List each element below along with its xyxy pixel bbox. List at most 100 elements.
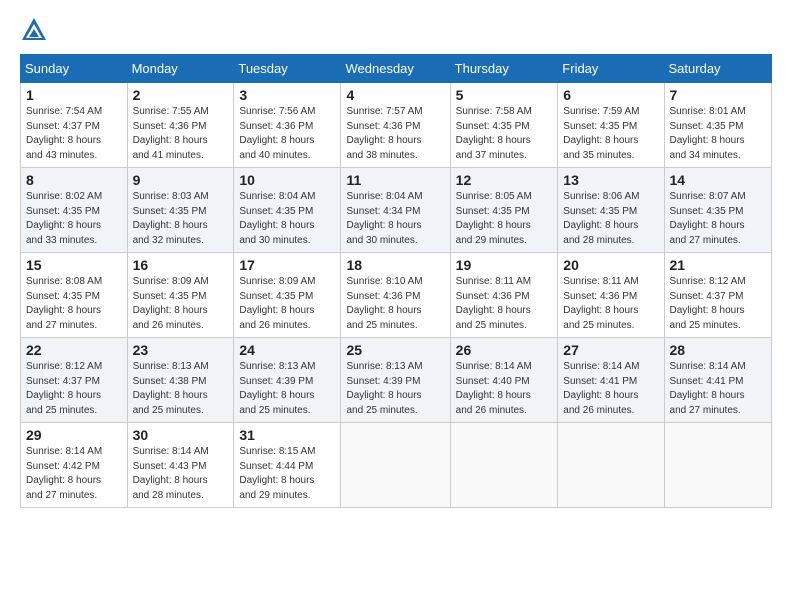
- day-number: 16: [133, 257, 229, 273]
- day-number: 28: [670, 342, 766, 358]
- day-number: 11: [346, 172, 444, 188]
- calendar-table: SundayMondayTuesdayWednesdayThursdayFrid…: [20, 54, 772, 508]
- day-info: Sunrise: 8:12 AMSunset: 4:37 PMDaylight:…: [26, 360, 122, 418]
- day-info: Sunrise: 8:10 AMSunset: 4:36 PMDaylight:…: [346, 275, 444, 333]
- day-number: 1: [26, 87, 122, 103]
- calendar-cell: 6 Sunrise: 7:59 AMSunset: 4:35 PMDaylight…: [558, 83, 664, 168]
- day-info: Sunrise: 8:08 AMSunset: 4:35 PMDaylight:…: [26, 275, 122, 333]
- calendar-cell: 22 Sunrise: 8:12 AMSunset: 4:37 PMDayligh…: [21, 338, 128, 423]
- calendar-cell: 19 Sunrise: 8:11 AMSunset: 4:36 PMDayligh…: [450, 253, 558, 338]
- calendar-cell: 10Sunrise: 8:04 AMSunset: 4:35 PMDayligh…: [234, 168, 341, 253]
- header: [20, 16, 772, 44]
- calendar-cell: 31 Sunrise: 8:15 AMSunset: 4:44 PMDayligh…: [234, 423, 341, 508]
- day-number: 12: [456, 172, 553, 188]
- day-number: 31: [239, 427, 335, 443]
- calendar-page: SundayMondayTuesdayWednesdayThursdayFrid…: [0, 0, 792, 612]
- day-number: 27: [563, 342, 658, 358]
- day-info: Sunrise: 8:15 AMSunset: 4:44 PMDaylight:…: [239, 445, 335, 503]
- day-number: 29: [26, 427, 122, 443]
- day-info: Sunrise: 8:01 AMSunset: 4:35 PMDaylight:…: [670, 105, 766, 163]
- day-number: 7: [670, 87, 766, 103]
- day-info: Sunrise: 8:12 AMSunset: 4:37 PMDaylight:…: [670, 275, 766, 333]
- day-info: Sunrise: 8:04 AMSunset: 4:34 PMDaylight:…: [346, 190, 444, 248]
- day-number: 3: [239, 87, 335, 103]
- day-info: Sunrise: 8:13 AMSunset: 4:39 PMDaylight:…: [346, 360, 444, 418]
- day-number: 22: [26, 342, 122, 358]
- day-info: Sunrise: 8:06 AMSunset: 4:35 PMDaylight:…: [563, 190, 658, 248]
- logo-icon: [20, 16, 48, 44]
- calendar-cell: 23Sunrise: 8:13 AMSunset: 4:38 PMDayligh…: [127, 338, 234, 423]
- day-info: Sunrise: 8:14 AMSunset: 4:42 PMDaylight:…: [26, 445, 122, 503]
- calendar-cell: 9Sunrise: 8:03 AMSunset: 4:35 PMDaylight…: [127, 168, 234, 253]
- calendar-cell: 1Sunrise: 7:54 AMSunset: 4:37 PMDaylight…: [21, 83, 128, 168]
- weekday-header: Sunday: [21, 55, 128, 83]
- calendar-cell: 13 Sunrise: 8:06 AMSunset: 4:35 PMDayligh…: [558, 168, 664, 253]
- day-info: Sunrise: 8:09 AMSunset: 4:35 PMDaylight:…: [239, 275, 335, 333]
- day-number: 26: [456, 342, 553, 358]
- weekday-header: Monday: [127, 55, 234, 83]
- day-number: 13: [563, 172, 658, 188]
- calendar-cell: 14 Sunrise: 8:07 AMSunset: 4:35 PMDayligh…: [664, 168, 771, 253]
- calendar-cell: 7 Sunrise: 8:01 AMSunset: 4:35 PMDaylight…: [664, 83, 771, 168]
- weekday-header: Saturday: [664, 55, 771, 83]
- logo: [20, 16, 50, 44]
- calendar-cell: 12 Sunrise: 8:05 AMSunset: 4:35 PMDayligh…: [450, 168, 558, 253]
- calendar-cell: 18 Sunrise: 8:10 AMSunset: 4:36 PMDayligh…: [341, 253, 450, 338]
- day-number: 8: [26, 172, 122, 188]
- day-info: Sunrise: 8:14 AMSunset: 4:41 PMDaylight:…: [563, 360, 658, 418]
- calendar-cell: 4 Sunrise: 7:57 AMSunset: 4:36 PMDaylight…: [341, 83, 450, 168]
- calendar-cell: 17 Sunrise: 8:09 AMSunset: 4:35 PMDayligh…: [234, 253, 341, 338]
- calendar-cell: 29 Sunrise: 8:14 AMSunset: 4:42 PMDayligh…: [21, 423, 128, 508]
- day-number: 9: [133, 172, 229, 188]
- day-info: Sunrise: 8:14 AMSunset: 4:40 PMDaylight:…: [456, 360, 553, 418]
- day-number: 20: [563, 257, 658, 273]
- calendar-cell: 27 Sunrise: 8:14 AMSunset: 4:41 PMDayligh…: [558, 338, 664, 423]
- day-info: Sunrise: 8:05 AMSunset: 4:35 PMDaylight:…: [456, 190, 553, 248]
- day-number: 6: [563, 87, 658, 103]
- calendar-cell: 16Sunrise: 8:09 AMSunset: 4:35 PMDayligh…: [127, 253, 234, 338]
- day-info: Sunrise: 7:58 AMSunset: 4:35 PMDaylight:…: [456, 105, 553, 163]
- day-number: 18: [346, 257, 444, 273]
- day-info: Sunrise: 7:59 AMSunset: 4:35 PMDaylight:…: [563, 105, 658, 163]
- calendar-week-row: 29 Sunrise: 8:14 AMSunset: 4:42 PMDayligh…: [21, 423, 772, 508]
- calendar-cell: [558, 423, 664, 508]
- weekday-header: Thursday: [450, 55, 558, 83]
- calendar-cell: [664, 423, 771, 508]
- calendar-cell: 5Sunrise: 7:58 AMSunset: 4:35 PMDaylight…: [450, 83, 558, 168]
- day-info: Sunrise: 7:56 AMSunset: 4:36 PMDaylight:…: [239, 105, 335, 163]
- calendar-cell: 30 Sunrise: 8:14 AMSunset: 4:43 PMDayligh…: [127, 423, 234, 508]
- day-info: Sunrise: 7:57 AMSunset: 4:36 PMDaylight:…: [346, 105, 444, 163]
- day-number: 14: [670, 172, 766, 188]
- day-number: 30: [133, 427, 229, 443]
- day-info: Sunrise: 8:02 AMSunset: 4:35 PMDaylight:…: [26, 190, 122, 248]
- day-info: Sunrise: 8:13 AMSunset: 4:39 PMDaylight:…: [239, 360, 335, 418]
- day-info: Sunrise: 8:13 AMSunset: 4:38 PMDaylight:…: [133, 360, 229, 418]
- calendar-cell: [341, 423, 450, 508]
- calendar-cell: 26 Sunrise: 8:14 AMSunset: 4:40 PMDayligh…: [450, 338, 558, 423]
- calendar-cell: 21Sunrise: 8:12 AMSunset: 4:37 PMDayligh…: [664, 253, 771, 338]
- day-number: 24: [239, 342, 335, 358]
- calendar-week-row: 22 Sunrise: 8:12 AMSunset: 4:37 PMDayligh…: [21, 338, 772, 423]
- calendar-cell: [450, 423, 558, 508]
- weekday-header: Tuesday: [234, 55, 341, 83]
- calendar-cell: 20Sunrise: 8:11 AMSunset: 4:36 PMDayligh…: [558, 253, 664, 338]
- calendar-week-row: 15 Sunrise: 8:08 AMSunset: 4:35 PMDayligh…: [21, 253, 772, 338]
- calendar-week-row: 1Sunrise: 7:54 AMSunset: 4:37 PMDaylight…: [21, 83, 772, 168]
- calendar-cell: 28Sunrise: 8:14 AMSunset: 4:41 PMDayligh…: [664, 338, 771, 423]
- day-info: Sunrise: 8:07 AMSunset: 4:35 PMDaylight:…: [670, 190, 766, 248]
- day-info: Sunrise: 8:11 AMSunset: 4:36 PMDaylight:…: [456, 275, 553, 333]
- day-info: Sunrise: 8:04 AMSunset: 4:35 PMDaylight:…: [239, 190, 335, 248]
- day-number: 15: [26, 257, 122, 273]
- calendar-cell: 15 Sunrise: 8:08 AMSunset: 4:35 PMDayligh…: [21, 253, 128, 338]
- day-number: 25: [346, 342, 444, 358]
- day-number: 19: [456, 257, 553, 273]
- day-info: Sunrise: 7:55 AMSunset: 4:36 PMDaylight:…: [133, 105, 229, 163]
- weekday-header: Friday: [558, 55, 664, 83]
- calendar-week-row: 8 Sunrise: 8:02 AMSunset: 4:35 PMDaylight…: [21, 168, 772, 253]
- day-number: 4: [346, 87, 444, 103]
- calendar-cell: 3 Sunrise: 7:56 AMSunset: 4:36 PMDaylight…: [234, 83, 341, 168]
- day-number: 17: [239, 257, 335, 273]
- day-number: 2: [133, 87, 229, 103]
- day-info: Sunrise: 8:14 AMSunset: 4:43 PMDaylight:…: [133, 445, 229, 503]
- calendar-cell: 11 Sunrise: 8:04 AMSunset: 4:34 PMDayligh…: [341, 168, 450, 253]
